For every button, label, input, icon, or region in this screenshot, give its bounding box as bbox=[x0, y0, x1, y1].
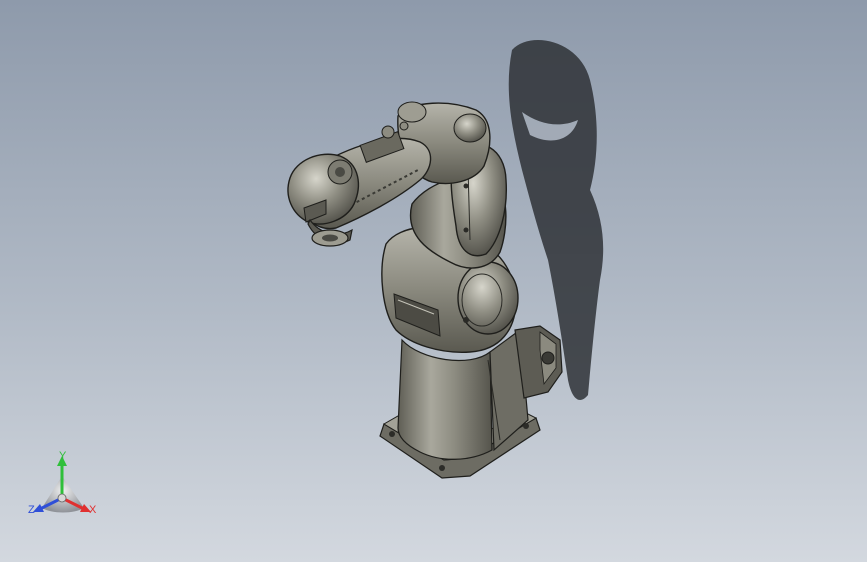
axis-triad: X Y Z bbox=[22, 448, 104, 520]
graphics-viewport[interactable]: X Y Z bbox=[0, 0, 867, 562]
triad-origin bbox=[57, 493, 67, 503]
y-axis-label: Y bbox=[59, 450, 67, 462]
x-axis-label: X bbox=[89, 504, 97, 516]
z-axis-label: Z bbox=[28, 504, 35, 516]
base-motor-housing[interactable] bbox=[514, 325, 563, 399]
robot-wrist[interactable] bbox=[287, 153, 360, 225]
robot-arm-model[interactable] bbox=[0, 0, 867, 562]
